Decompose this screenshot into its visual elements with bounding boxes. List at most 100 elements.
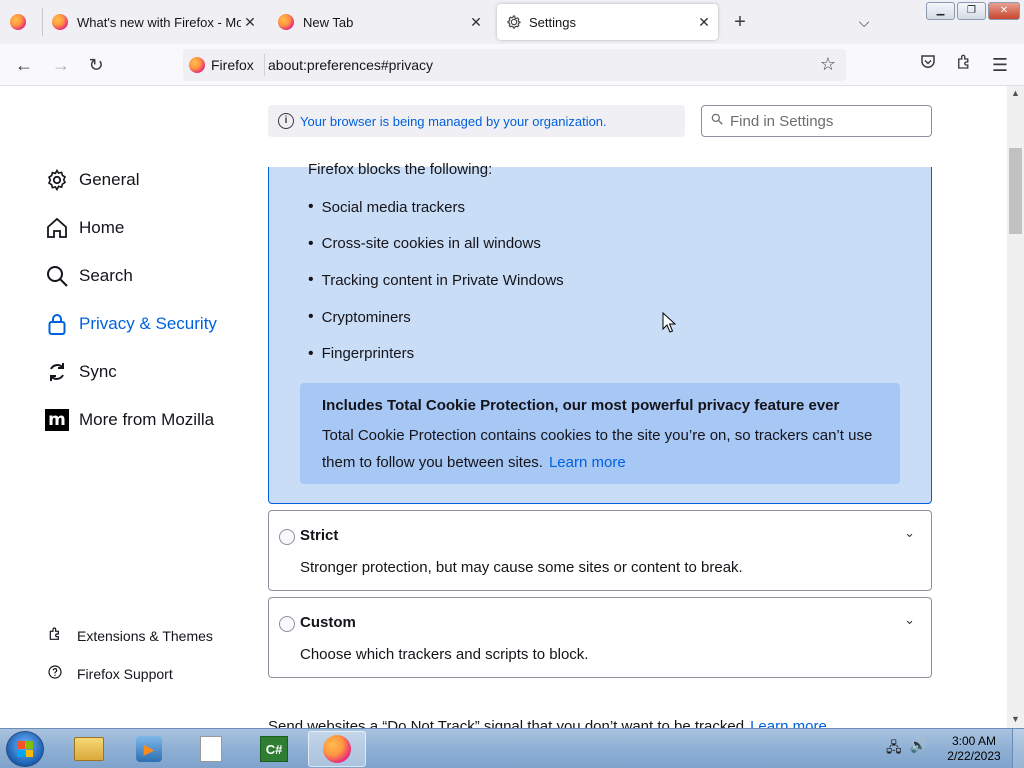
restore-button[interactable]: ❐ [957, 2, 986, 20]
policy-notice-text: Your browser is being managed by your or… [300, 113, 607, 129]
sidebar-item-privacy-security[interactable]: Privacy & Security [45, 312, 217, 336]
close-icon[interactable]: ✕ [696, 14, 712, 30]
sidebar-item-label: More from Mozilla [79, 410, 215, 429]
list-item: Tracking content in Private Windows [308, 262, 564, 299]
extensions-button[interactable] [952, 53, 976, 77]
clock[interactable]: 3:00 AM 2/22/2023 [944, 734, 1004, 764]
close-window-button[interactable]: ✕ [988, 2, 1020, 20]
volume-icon[interactable]: 🔊 [910, 737, 927, 761]
new-tab-button[interactable]: + [728, 4, 752, 40]
close-icon[interactable]: ✕ [242, 14, 258, 30]
media-player-icon: ▶ [136, 736, 162, 762]
bookmark-star-icon[interactable]: ☆ [820, 54, 836, 75]
puzzle-icon [47, 626, 63, 645]
sidebar-item-more-from-mozilla[interactable]: m More from Mozilla [45, 408, 214, 432]
show-desktop-button[interactable] [1012, 729, 1024, 768]
strict-option[interactable]: Strict Stronger protection, but may caus… [268, 510, 932, 591]
learn-more-link[interactable]: Learn more [549, 454, 626, 471]
windows-logo-icon [17, 741, 33, 757]
find-in-settings-input[interactable]: Find in Settings [701, 105, 932, 137]
taskbar: ▶ C# 🖧 🔊 3:00 AM 2/22/2023 [0, 728, 1024, 768]
reload-button[interactable]: ↻ [84, 53, 108, 77]
tcp-body: Total Cookie Protection contains cookies… [322, 422, 878, 476]
list-all-tabs-button[interactable]: ⌵ [854, 4, 874, 40]
sidebar-item-home[interactable]: Home [45, 216, 124, 240]
home-icon [45, 216, 69, 240]
extensions-themes-link[interactable]: Extensions & Themes [47, 626, 213, 645]
vertical-scrollbar[interactable]: ▲ ▼ [1007, 86, 1024, 728]
firefox-support-link[interactable]: Firefox Support [47, 664, 173, 683]
sidebar-item-label: Home [79, 218, 125, 237]
hamburger-menu-icon: ☰ [991, 55, 1009, 75]
taskbar-media-player[interactable]: ▶ [120, 731, 178, 767]
identity-box[interactable]: Firefox [189, 54, 265, 76]
scroll-up-icon[interactable]: ▲ [1011, 88, 1020, 98]
app-menu-button[interactable]: ☰ [988, 53, 1012, 77]
chevron-down-icon[interactable]: ⌄ [904, 525, 915, 541]
firefox-icon [10, 14, 26, 30]
back-button[interactable]: ← [12, 53, 36, 77]
forward-button[interactable]: → [49, 53, 73, 77]
pocket-icon [919, 55, 937, 75]
pocket-button[interactable] [916, 53, 940, 77]
firefox-icon [323, 735, 351, 763]
list-item: Social media trackers [308, 189, 564, 226]
chevron-down-icon[interactable]: ⌄ [904, 612, 915, 628]
minimize-button[interactable]: ▁ [926, 2, 955, 20]
blocks-heading: Firefox blocks the following: [308, 161, 493, 178]
tab-title: New Tab [303, 14, 354, 30]
firefox-icon [189, 57, 205, 73]
puzzle-icon [955, 54, 973, 75]
tab-settings[interactable]: Settings ✕ [497, 4, 718, 40]
custom-option[interactable]: Custom Choose which trackers and scripts… [268, 597, 932, 678]
clock-date: 2/22/2023 [947, 749, 1001, 763]
url-bar[interactable]: Firefox about:preferences#privacy ☆ [183, 49, 846, 81]
firefox-view-button[interactable] [10, 4, 40, 40]
option-description: Stronger protection, but may cause some … [300, 559, 743, 576]
sidebar-item-label: Sync [79, 362, 117, 381]
folder-icon [74, 737, 104, 761]
search-icon [710, 112, 724, 130]
scroll-down-icon[interactable]: ▼ [1011, 714, 1020, 724]
find-placeholder: Find in Settings [730, 112, 834, 130]
option-title: Strict [300, 527, 339, 544]
close-icon[interactable]: ✕ [468, 14, 484, 30]
sidebar-item-search[interactable]: Search [45, 264, 133, 288]
arrow-left-icon: ← [15, 55, 33, 75]
start-button[interactable] [6, 731, 44, 767]
document-icon [200, 736, 222, 762]
clock-time: 3:00 AM [951, 734, 997, 748]
arrow-right-icon: → [52, 55, 70, 75]
firefox-icon [52, 14, 68, 30]
sidebar-item-sync[interactable]: Sync [45, 360, 117, 384]
navigation-toolbar: ← → ↻ Firefox about:preferences#privacy … [0, 44, 1024, 86]
chevron-down-icon: ⌵ [858, 13, 870, 30]
reload-icon: ↻ [88, 55, 104, 75]
taskbar-explorer[interactable] [60, 731, 118, 767]
total-cookie-protection-callout: Includes Total Cookie Protection, our mo… [300, 383, 900, 484]
scroll-thumb[interactable] [1009, 148, 1022, 234]
list-item: Fingerprinters [308, 335, 564, 372]
footer-link-label: Firefox Support [77, 665, 173, 682]
sidebar-item-general[interactable]: General [45, 168, 139, 192]
network-icon[interactable]: 🖧 [886, 737, 902, 761]
mouse-cursor-icon [662, 312, 676, 333]
tab-new-tab[interactable]: New Tab ✕ [278, 4, 490, 40]
policy-notice[interactable]: i Your browser is being managed by your … [268, 105, 685, 137]
window-controls: ▁ ❐ ✕ [926, 2, 1020, 20]
help-icon [47, 664, 63, 683]
dnt-learn-more-link[interactable]: Learn more [750, 718, 827, 728]
lock-icon [45, 312, 69, 336]
strict-radio[interactable] [279, 529, 295, 545]
taskbar-csharp[interactable]: C# [245, 731, 303, 767]
sidebar-item-label: Privacy & Security [79, 314, 217, 333]
url-input[interactable]: about:preferences#privacy [268, 57, 433, 73]
option-description: Choose which trackers and scripts to blo… [300, 646, 589, 663]
tab-whats-new[interactable]: What's new with Firefox - More ✕ [52, 4, 264, 40]
taskbar-document[interactable] [182, 731, 240, 767]
taskbar-firefox[interactable] [308, 731, 366, 767]
settings-content: i Your browser is being managed by your … [0, 86, 1007, 728]
tab-strip: What's new with Firefox - More ✕ New Tab… [0, 0, 1024, 44]
custom-radio[interactable] [279, 616, 295, 632]
sidebar-item-label: Search [79, 266, 133, 285]
